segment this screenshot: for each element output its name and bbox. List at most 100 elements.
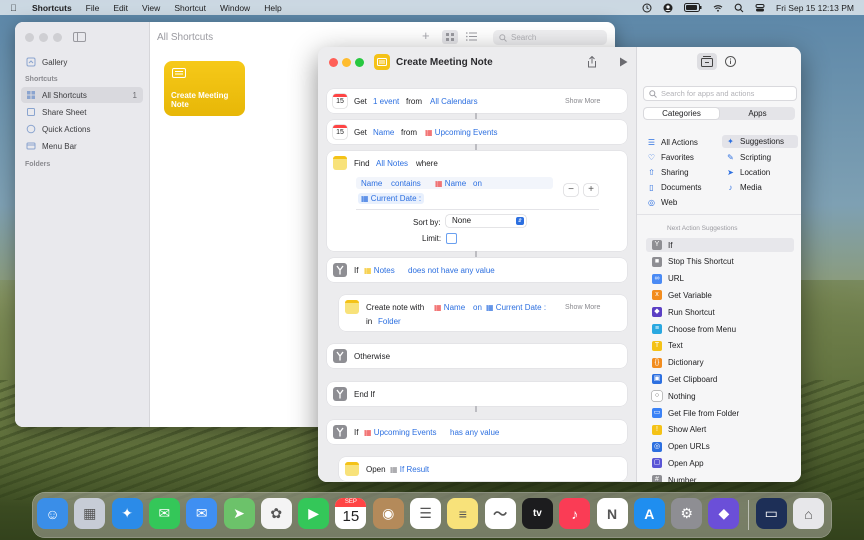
- notes-variable[interactable]: ▦ Notes: [364, 266, 395, 275]
- library-toggle-button[interactable]: [697, 53, 717, 70]
- suggestion-stop-this-shortcut[interactable]: ■ Stop This Shortcut: [646, 255, 794, 269]
- dock-app-store[interactable]: A: [633, 498, 665, 529]
- menu-clock[interactable]: Fri Sep 15 12:13 PM: [776, 3, 854, 13]
- action-if-notes[interactable]: If ▦ Notes does not have any value: [327, 258, 627, 282]
- menu-shortcut[interactable]: Shortcut: [174, 3, 206, 13]
- condition-param[interactable]: has any value: [450, 428, 499, 437]
- suggestion-choose-from-menu[interactable]: ≡ Choose from Menu: [646, 322, 794, 336]
- control-center-icon[interactable]: [755, 3, 765, 13]
- menu-edit[interactable]: Edit: [113, 3, 128, 13]
- library-search-input[interactable]: Search: [493, 30, 607, 45]
- user-account-icon[interactable]: [663, 3, 673, 13]
- dock-launchpad[interactable]: ▦: [74, 498, 106, 529]
- minimize-button[interactable]: [342, 58, 351, 67]
- menu-app-name[interactable]: Shortcuts: [32, 3, 72, 13]
- limit-toggle-checkbox[interactable]: [446, 233, 457, 244]
- suggestion-dictionary[interactable]: {} Dictionary: [646, 356, 794, 370]
- share-icon[interactable]: [587, 56, 597, 68]
- dock-notes[interactable]: ≡: [447, 498, 479, 529]
- suggestion-get-clipboard[interactable]: ▣ Get Clipboard: [646, 372, 794, 386]
- category-sharing[interactable]: ⇧ Sharing: [647, 166, 688, 179]
- close-button[interactable]: [329, 58, 338, 67]
- action-get-name[interactable]: 15 Get Name from ▦ Upcoming Events: [327, 120, 627, 144]
- menu-view[interactable]: View: [142, 3, 160, 13]
- suggestion-get-file-from-folder[interactable]: ▭ Get File from Folder: [646, 406, 794, 420]
- zoom-button[interactable]: [355, 58, 364, 67]
- shortcut-icon[interactable]: [374, 54, 390, 70]
- suggestion-get-variable[interactable]: x Get Variable: [646, 288, 794, 302]
- suggestion-text[interactable]: T Text: [646, 339, 794, 353]
- filter-value-name[interactable]: ▦ Name: [435, 179, 466, 188]
- add-shortcut-icon[interactable]: +: [422, 28, 430, 43]
- dock-music[interactable]: ♪: [559, 498, 591, 529]
- action-if-upcoming-events[interactable]: If ▦ Upcoming Events has any value: [327, 420, 627, 444]
- dock-trash[interactable]: ⌂: [793, 498, 824, 529]
- dock-news[interactable]: N: [596, 498, 628, 529]
- category-media[interactable]: ♪ Media: [726, 181, 762, 194]
- sidebar-toggle-icon[interactable]: [73, 32, 86, 42]
- suggestion-url[interactable]: ∞ URL: [646, 272, 794, 286]
- show-more-button[interactable]: Show More: [565, 304, 600, 311]
- suggestion-nothing[interactable]: ○ Nothing: [646, 389, 794, 403]
- info-icon[interactable]: [725, 56, 736, 67]
- sidebar-item-quick-actions[interactable]: Quick Actions: [21, 121, 143, 137]
- category-location[interactable]: ➤ Location: [726, 166, 770, 179]
- suggestion-if[interactable]: Y If: [646, 238, 794, 252]
- menu-window[interactable]: Window: [220, 3, 250, 13]
- upcoming-events-variable[interactable]: ▦ Upcoming Events: [425, 128, 498, 137]
- close-button[interactable]: [25, 33, 34, 42]
- suggestion-open-urls[interactable]: ◎ Open URLs: [646, 440, 794, 454]
- category-scripting[interactable]: ✎ Scripting: [726, 151, 771, 164]
- show-more-button[interactable]: Show More: [565, 98, 600, 105]
- suggestion-show-alert[interactable]: ! Show Alert: [646, 423, 794, 437]
- category-documents[interactable]: ▯ Documents: [647, 181, 701, 194]
- action-get-upcoming-events[interactable]: 15 Get 1 event from All Calendars Show M…: [327, 89, 627, 113]
- filter-field[interactable]: Name: [361, 179, 382, 188]
- dock-contacts[interactable]: ◉: [372, 498, 404, 529]
- action-end-if[interactable]: End If: [327, 382, 627, 406]
- dock-desktop-folder[interactable]: ▭: [755, 498, 787, 529]
- property-param[interactable]: Name: [373, 128, 394, 137]
- dock-shortcuts[interactable]: ◆: [708, 498, 740, 529]
- upcoming-events-variable[interactable]: ▦ Upcoming Events: [364, 428, 437, 437]
- sort-by-select[interactable]: None ⇵: [446, 215, 526, 227]
- calendar-source-param[interactable]: All Calendars: [430, 97, 478, 106]
- sidebar-item-menu-bar[interactable]: Menu Bar: [21, 138, 143, 154]
- dock-finder[interactable]: ☺: [37, 498, 68, 529]
- remove-filter-button[interactable]: −: [564, 184, 578, 196]
- action-find-notes[interactable]: Find All Notes where Name contains ▦ Nam…: [327, 151, 627, 251]
- menu-file[interactable]: File: [86, 3, 100, 13]
- category-favorites[interactable]: ♡ Favorites: [647, 151, 694, 164]
- action-open-result[interactable]: Open ▦ If Result: [339, 457, 627, 481]
- grid-view-icon[interactable]: [442, 30, 458, 44]
- menu-help[interactable]: Help: [264, 3, 281, 13]
- folder-param[interactable]: Folder: [378, 317, 401, 326]
- wifi-icon[interactable]: [713, 3, 723, 13]
- dock-maps[interactable]: ➤: [223, 498, 255, 529]
- dock-reminders[interactable]: ☰: [410, 498, 441, 529]
- action-create-note[interactable]: Create note with ▦ Name on ▦ Current Dat…: [339, 295, 627, 331]
- action-search-input[interactable]: Search for apps and actions: [643, 86, 797, 101]
- dock-freeform[interactable]: 〜: [484, 498, 516, 529]
- spotlight-search-icon[interactable]: [734, 3, 744, 13]
- editor-title[interactable]: Create Meeting Note: [396, 57, 493, 68]
- sidebar-item-all-shortcuts[interactable]: All Shortcuts 1: [21, 87, 143, 103]
- tab-apps[interactable]: Apps: [720, 107, 795, 120]
- dock-safari[interactable]: ✦: [111, 498, 143, 529]
- if-result-variable[interactable]: ▦ If Result: [390, 465, 429, 474]
- action-otherwise[interactable]: Otherwise: [327, 344, 627, 368]
- sidebar-item-gallery[interactable]: Gallery: [21, 54, 143, 70]
- event-count-param[interactable]: 1 event: [373, 97, 399, 106]
- filter-value-date[interactable]: ▦ Current Date :: [358, 193, 425, 204]
- add-filter-button[interactable]: +: [584, 184, 598, 196]
- zoom-button[interactable]: [53, 33, 62, 42]
- category-web[interactable]: ◎ Web: [647, 196, 677, 209]
- shortcut-tile-create-meeting-note[interactable]: Create Meeting Note: [164, 61, 245, 116]
- battery-icon[interactable]: [684, 3, 702, 12]
- dock-tv[interactable]: tv: [521, 498, 553, 529]
- suggestion-open-app[interactable]: ▢ Open App: [646, 456, 794, 470]
- category-suggestions[interactable]: ✦ Suggestions: [722, 135, 799, 148]
- find-target-param[interactable]: All Notes: [376, 159, 408, 168]
- current-date-variable[interactable]: ▦ Current Date :: [486, 303, 546, 312]
- dock-system-settings[interactable]: ⚙: [671, 498, 703, 529]
